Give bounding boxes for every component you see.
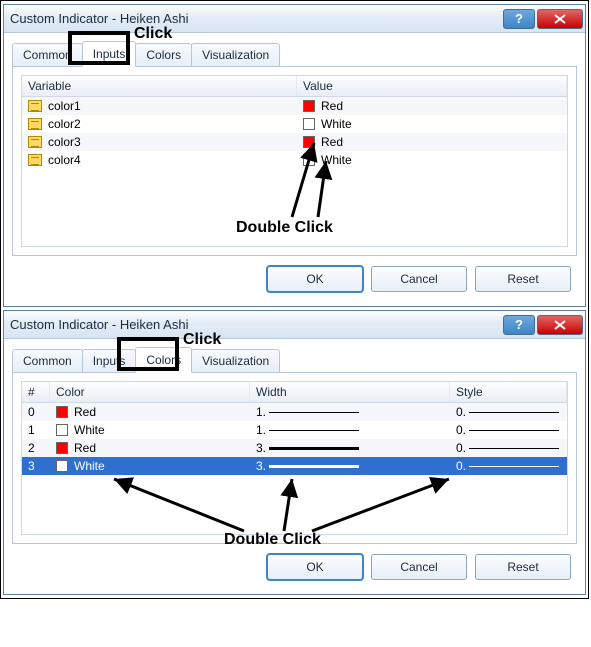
row-index: 3 <box>22 459 50 473</box>
reset-button[interactable]: Reset <box>475 266 571 292</box>
annotation-box-inputs-tab <box>68 31 130 65</box>
variable-icon <box>28 118 42 130</box>
style-label: 0. <box>456 423 466 437</box>
variable-name: color2 <box>48 117 81 131</box>
variable-name: color4 <box>48 153 81 167</box>
list-item[interactable]: color3 Red <box>22 133 567 151</box>
reset-button[interactable]: Reset <box>475 554 571 580</box>
row-index: 2 <box>22 441 50 455</box>
list-item[interactable]: color4 White <box>22 151 567 169</box>
list-item[interactable]: color2 White <box>22 115 567 133</box>
annotation-double-click: Double Click <box>224 531 321 549</box>
button-row: OK Cancel Reset <box>12 544 577 586</box>
header-color[interactable]: Color <box>50 382 250 402</box>
help-button[interactable]: ? <box>503 9 535 29</box>
table-row[interactable]: 2 Red 3. 0. <box>22 439 567 457</box>
row-index: 1 <box>22 423 50 437</box>
title-bar[interactable]: Custom Indicator - Heiken Ashi ? <box>4 5 585 33</box>
button-row: OK Cancel Reset <box>12 256 577 298</box>
tab-panel-colors: # Color Width Style 0 Red 1. 0. 1 White … <box>12 373 577 544</box>
value-label: White <box>321 153 352 167</box>
colors-list-header: # Color Width Style <box>21 381 568 403</box>
style-label: 0. <box>456 441 466 455</box>
annotation-double-click: Double Click <box>236 219 333 237</box>
tab-visualization[interactable]: Visualization <box>191 349 280 372</box>
table-row[interactable]: 1 White 1. 0. <box>22 421 567 439</box>
color-label: Red <box>74 441 96 455</box>
color-label: White <box>74 459 105 473</box>
tab-common[interactable]: Common <box>12 349 83 372</box>
variable-name: color1 <box>48 99 81 113</box>
width-preview-line <box>269 430 359 431</box>
color-swatch <box>303 100 315 112</box>
tab-colors[interactable]: Colors <box>135 43 192 66</box>
help-button[interactable]: ? <box>503 315 535 335</box>
style-label: 0. <box>456 405 466 419</box>
ok-button[interactable]: OK <box>267 554 363 580</box>
header-variable[interactable]: Variable <box>22 76 297 96</box>
cancel-button[interactable]: Cancel <box>371 266 467 292</box>
width-preview-line <box>269 412 359 413</box>
color-swatch <box>303 118 315 130</box>
header-value[interactable]: Value <box>297 76 567 96</box>
dialog-colors: Custom Indicator - Heiken Ashi ? Click D… <box>3 310 586 595</box>
header-width[interactable]: Width <box>250 382 450 402</box>
variable-name: color3 <box>48 135 81 149</box>
tab-visualization[interactable]: Visualization <box>191 43 280 66</box>
window-title: Custom Indicator - Heiken Ashi <box>10 317 503 332</box>
style-label: 0. <box>456 459 466 473</box>
close-icon <box>554 320 566 330</box>
style-preview-line <box>469 448 559 449</box>
annotation-click: Click <box>183 331 221 349</box>
table-row[interactable]: 0 Red 1. 0. <box>22 403 567 421</box>
width-label: 1. <box>256 405 266 419</box>
width-label: 1. <box>256 423 266 437</box>
style-preview-line <box>469 412 559 413</box>
list-item[interactable]: color1 Red <box>22 97 567 115</box>
tab-bar: Common Inputs Colors Visualization <box>12 349 577 373</box>
annotation-click: Click <box>134 25 172 43</box>
header-style[interactable]: Style <box>450 382 567 402</box>
header-index[interactable]: # <box>22 382 50 402</box>
value-label: Red <box>321 135 343 149</box>
color-label: Red <box>74 405 96 419</box>
dialog-inputs: Custom Indicator - Heiken Ashi ? Click D… <box>3 4 586 307</box>
style-preview-line <box>469 430 559 431</box>
color-swatch <box>303 136 315 148</box>
width-label: 3. <box>256 441 266 455</box>
window-title: Custom Indicator - Heiken Ashi <box>10 11 503 26</box>
variable-icon <box>28 136 42 148</box>
value-label: White <box>321 117 352 131</box>
table-row-selected[interactable]: 3 White 3. 0. <box>22 457 567 475</box>
color-swatch <box>56 406 68 418</box>
close-button[interactable] <box>537 315 583 335</box>
width-preview-line <box>269 465 359 468</box>
annotation-box-colors-tab <box>117 337 179 371</box>
ok-button[interactable]: OK <box>267 266 363 292</box>
color-swatch <box>56 424 68 436</box>
variable-icon <box>28 100 42 112</box>
value-label: Red <box>321 99 343 113</box>
color-swatch <box>303 154 315 166</box>
title-bar[interactable]: Custom Indicator - Heiken Ashi ? <box>4 311 585 339</box>
variable-icon <box>28 154 42 166</box>
color-swatch <box>56 460 68 472</box>
color-swatch <box>56 442 68 454</box>
style-preview-line <box>469 466 559 467</box>
width-label: 3. <box>256 459 266 473</box>
color-label: White <box>74 423 105 437</box>
row-index: 0 <box>22 405 50 419</box>
width-preview-line <box>269 447 359 450</box>
colors-rows: 0 Red 1. 0. 1 White 1. 0. 2 Red 3. 0. <box>21 403 568 535</box>
inputs-list-header: Variable Value <box>21 75 568 97</box>
close-button[interactable] <box>537 9 583 29</box>
close-icon <box>554 14 566 24</box>
cancel-button[interactable]: Cancel <box>371 554 467 580</box>
